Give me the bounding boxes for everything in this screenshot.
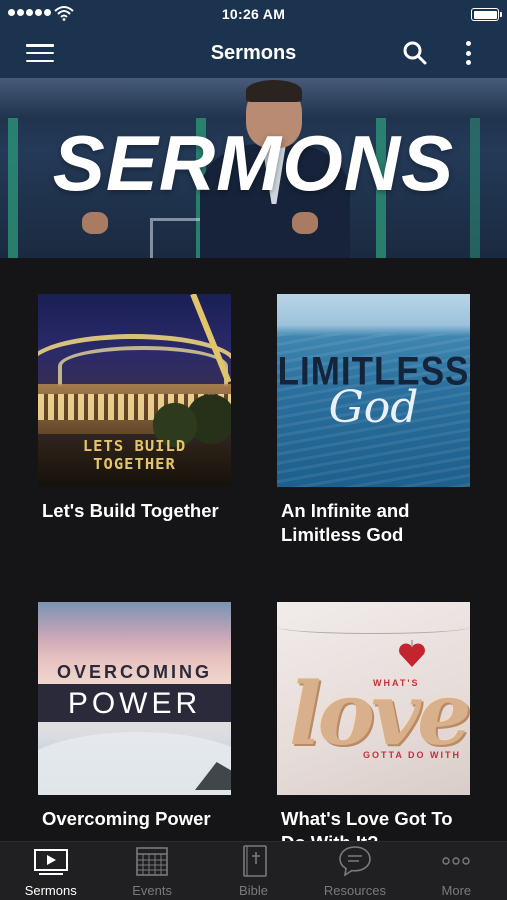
hamburger-menu-icon[interactable] <box>26 42 54 64</box>
wifi-icon <box>54 6 74 21</box>
vertical-ellipsis-icon[interactable] <box>458 39 478 67</box>
artwork-caption-large: POWER <box>67 687 202 720</box>
sermon-card-overcoming-power[interactable]: OVERCOMING POWER Overcoming Power <box>38 602 231 831</box>
bible-icon <box>242 845 267 877</box>
banner-title: SERMONS <box>52 119 455 207</box>
tab-label: Bible <box>239 883 268 898</box>
search-icon[interactable] <box>402 40 428 66</box>
tab-label: Sermons <box>24 883 77 898</box>
page-title: Sermons <box>210 41 297 64</box>
tab-events[interactable]: Events <box>101 842 202 900</box>
status-bar: 10:26 AM <box>0 0 507 28</box>
artwork-caption: WHAT'S <box>373 678 420 688</box>
tab-label: Events <box>132 883 172 898</box>
sermon-artwork: LETS BUILD TOGETHER <box>38 294 231 487</box>
calendar-icon <box>136 847 168 876</box>
battery-icon <box>471 8 502 21</box>
artwork-caption: LETS BUILD TOGETHER <box>82 437 187 473</box>
sermon-artwork: LIMITLESS God <box>277 294 470 487</box>
tab-bar: Sermons Events Bible Resources More <box>0 841 507 900</box>
sermon-card-limitless-god[interactable]: LIMITLESS God An Infinite and Limitless … <box>277 294 470 547</box>
artwork-caption: OVERCOMING <box>56 662 212 682</box>
sermon-title: Let's Build Together <box>42 500 219 521</box>
sermon-title: An Infinite and Limitless God <box>281 500 410 545</box>
artwork-caption-small: GOTTA DO WITH <box>363 750 461 760</box>
navigation-bar: Sermons <box>0 28 507 78</box>
sermon-card-lets-build-together[interactable]: LETS BUILD TOGETHER Let's Build Together <box>38 294 231 523</box>
sermon-grid: LETS BUILD TOGETHER Let's Build Together… <box>0 258 507 853</box>
horizontal-ellipsis-icon <box>442 857 471 865</box>
artwork-caption-script: God <box>328 382 419 433</box>
tab-label: More <box>441 883 472 898</box>
chat-bubble-icon <box>339 846 371 877</box>
sermon-title: Overcoming Power <box>42 808 211 829</box>
sermon-card-whats-love[interactable]: love WHAT'S GOTTA DO WITH What's Love Go… <box>277 602 470 855</box>
tab-sermons[interactable]: Sermons <box>0 842 101 900</box>
signal-dots-icon <box>8 9 51 16</box>
tab-label: Resources <box>323 883 386 898</box>
tab-resources[interactable]: Resources <box>304 842 405 900</box>
status-time: 10:26 AM <box>221 6 286 22</box>
tab-more[interactable]: More <box>406 842 507 900</box>
video-player-icon <box>33 849 68 875</box>
sermons-banner: SERMONS <box>0 78 507 258</box>
tab-bible[interactable]: Bible <box>203 842 304 900</box>
sermon-artwork: love WHAT'S GOTTA DO WITH <box>277 602 470 795</box>
sermon-artwork: OVERCOMING POWER <box>38 602 231 795</box>
